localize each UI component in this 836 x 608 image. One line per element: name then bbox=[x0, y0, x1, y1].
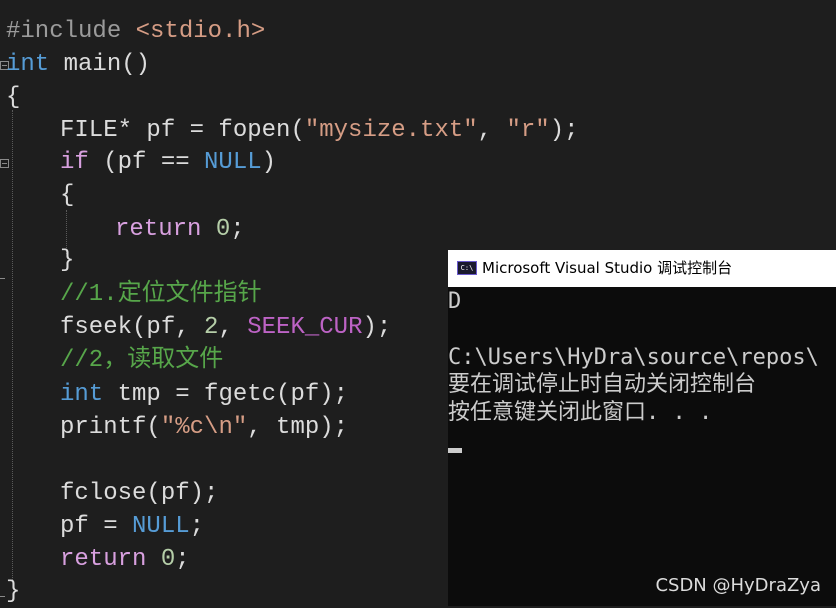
code-token: "%c\n" bbox=[160, 414, 248, 441]
code-line-12[interactable]: int tmp = fgetc(pf); bbox=[60, 378, 348, 411]
code-line-1[interactable]: #include <stdio.h> bbox=[6, 15, 265, 48]
code-token: , bbox=[218, 314, 248, 341]
code-token: main() bbox=[49, 51, 151, 78]
code-token: { bbox=[6, 84, 21, 111]
code-token: } bbox=[6, 578, 21, 605]
code-token: 0 bbox=[160, 546, 176, 573]
code-token: SEEK_CUR bbox=[247, 314, 363, 341]
code-token: (pf == bbox=[88, 149, 205, 176]
indent-guide bbox=[12, 110, 13, 580]
code-token: //2，读取文件 bbox=[60, 347, 224, 374]
code-token: ); bbox=[549, 117, 579, 144]
code-token: return bbox=[60, 546, 147, 573]
code-line-9[interactable]: //1.定位文件指针 bbox=[60, 278, 262, 311]
code-line-10[interactable]: fseek(pf, 2, SEEK_CUR); bbox=[60, 311, 391, 344]
watermark: CSDN @HyDraZya bbox=[655, 575, 821, 596]
console-output-line: C:\Users\HyDra\source\repos\ bbox=[448, 345, 819, 370]
code-token: ; bbox=[175, 546, 190, 573]
code-token: //1.定位文件指针 bbox=[60, 281, 262, 308]
code-line-5[interactable]: if (pf == NULL) bbox=[60, 146, 276, 179]
code-token: "mysize.txt" bbox=[304, 117, 478, 144]
code-token: ; bbox=[189, 513, 205, 540]
code-token: <stdio.h> bbox=[135, 18, 266, 45]
code-token: "r" bbox=[506, 117, 550, 144]
fold-end-marker bbox=[0, 278, 5, 279]
code-line-7[interactable]: return 0; bbox=[115, 213, 245, 246]
code-line-13[interactable]: printf("%c\n", tmp); bbox=[60, 411, 348, 444]
fold-end-marker bbox=[0, 596, 5, 597]
code-token: NULL bbox=[132, 513, 190, 540]
console-titlebar[interactable]: C:\ Microsoft Visual Studio 调试控制台 bbox=[448, 250, 836, 287]
code-token: return bbox=[115, 216, 202, 243]
code-token: tmp = fgetc(pf); bbox=[103, 381, 349, 408]
code-token: fclose(pf); bbox=[60, 480, 219, 507]
console-output-line: D bbox=[448, 289, 462, 314]
code-token: 2 bbox=[204, 314, 219, 341]
code-line-18[interactable]: } bbox=[6, 575, 20, 608]
code-line-16[interactable]: pf = NULL; bbox=[60, 510, 204, 543]
code-token: ); bbox=[362, 314, 392, 341]
code-token: NULL bbox=[204, 149, 262, 176]
code-line-2[interactable]: int main() bbox=[6, 48, 150, 81]
code-line-15[interactable]: fclose(pf); bbox=[60, 477, 218, 510]
code-token: fseek(pf, bbox=[60, 314, 205, 341]
code-line-8[interactable]: } bbox=[60, 244, 74, 277]
console-output-line: 要在调试停止时自动关闭控制台 bbox=[448, 372, 757, 397]
code-token: 0 bbox=[215, 216, 231, 243]
console-cursor bbox=[448, 448, 462, 453]
code-token: , bbox=[477, 117, 507, 144]
code-token: #include bbox=[6, 18, 136, 45]
code-line-6[interactable]: { bbox=[60, 179, 74, 212]
console-title: Microsoft Visual Studio 调试控制台 bbox=[482, 259, 733, 277]
collapse-if-icon[interactable] bbox=[0, 159, 9, 168]
debug-console-window[interactable]: C:\ Microsoft Visual Studio 调试控制台 D C:\U… bbox=[448, 250, 836, 606]
code-line-3[interactable]: { bbox=[6, 81, 20, 114]
code-token: ) bbox=[261, 149, 277, 176]
console-app-icon: C:\ bbox=[457, 261, 477, 275]
code-token: } bbox=[60, 247, 75, 274]
code-line-4[interactable]: FILE* pf = fopen("mysize.txt", "r"); bbox=[60, 114, 579, 147]
code-token: , tmp); bbox=[247, 414, 349, 441]
code-line-17[interactable]: return 0; bbox=[60, 543, 190, 576]
code-token: FILE* pf = fopen( bbox=[60, 117, 305, 144]
code-token: int bbox=[6, 51, 50, 78]
code-token: ; bbox=[230, 216, 245, 243]
code-token: { bbox=[60, 182, 75, 209]
code-token: pf = bbox=[60, 513, 133, 540]
code-token: printf( bbox=[60, 414, 161, 441]
code-token: if bbox=[60, 149, 89, 176]
console-output-line: 按任意键关闭此窗口. . . bbox=[448, 400, 713, 425]
code-token: int bbox=[60, 381, 104, 408]
code-line-11[interactable]: //2，读取文件 bbox=[60, 344, 223, 377]
